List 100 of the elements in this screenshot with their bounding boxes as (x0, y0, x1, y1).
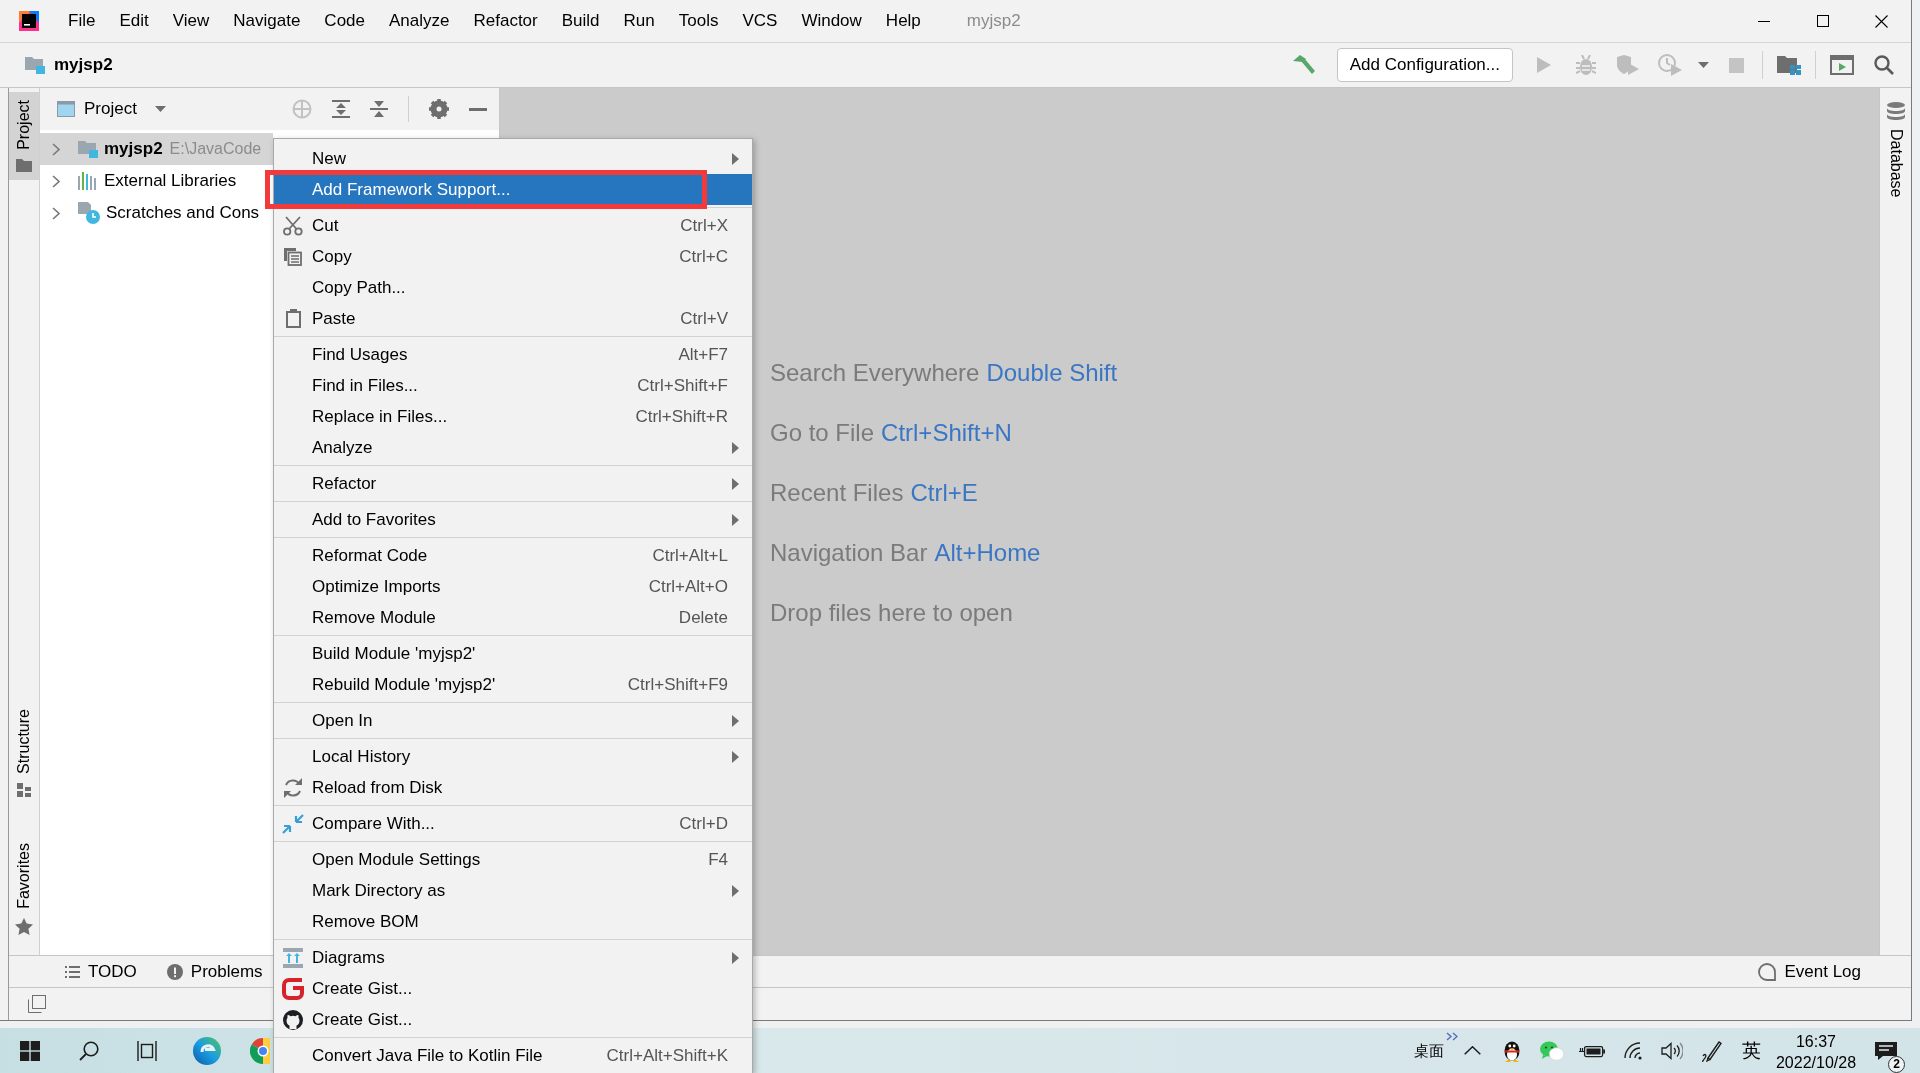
menu-item[interactable]: Edit (107, 8, 161, 34)
shortcut-text: Ctrl+Shift+F (637, 375, 728, 396)
menu-item[interactable]: Copy Path... (274, 272, 752, 303)
menu-item[interactable]: Navigate (221, 8, 313, 34)
menu-item[interactable]: Refactor (274, 468, 752, 499)
view-selector[interactable]: Project (84, 99, 137, 119)
menu-item[interactable]: Remove BOM (274, 906, 752, 937)
double-chevron-icon[interactable] (1446, 1032, 1458, 1041)
chat-bubbles-icon[interactable] (1540, 1040, 1564, 1061)
menu-item[interactable]: Convert Java File to Kotlin File Ctrl+Alt+Shift+K (274, 1040, 752, 1071)
menu-item[interactable]: File (56, 8, 108, 34)
tool-window-tab[interactable]: TODO (59, 956, 143, 987)
folder-icon (25, 56, 45, 74)
hammer-icon[interactable] (1292, 55, 1315, 75)
shortcut-text: Ctrl+Shift+R (635, 406, 728, 427)
tree-item[interactable]: External Libraries (40, 165, 273, 197)
menu-item[interactable]: Open In (274, 705, 752, 736)
library-icon (78, 172, 98, 190)
gear-icon[interactable] (429, 99, 449, 119)
tool-window-tab[interactable]: Database (1880, 94, 1911, 206)
menu-item[interactable]: Refactor (461, 8, 550, 34)
shortcut-text: Alt+F7 (678, 344, 728, 365)
collapse-all-icon[interactable] (370, 100, 388, 118)
menu-item[interactable]: View (160, 8, 222, 34)
notification-count: 2 (1888, 1055, 1905, 1073)
clock-time[interactable]: 16:37 (1795, 1031, 1836, 1052)
menu-item[interactable]: Diagrams (274, 942, 752, 973)
menu-item[interactable]: Add to Favorites (274, 504, 752, 535)
folder-grid-icon[interactable] (1777, 55, 1801, 75)
tool-window-tab[interactable]: Structure (9, 701, 39, 806)
clock-date[interactable]: 2022/10/28 (1775, 1052, 1857, 1073)
project-breadcrumb[interactable]: myjsp2 (54, 55, 113, 75)
menu-item[interactable]: Replace in Files... Ctrl+Shift+R (274, 401, 752, 432)
menu-item[interactable]: Analyze (274, 432, 752, 463)
task-view-icon[interactable] (136, 1040, 159, 1061)
menu-item[interactable]: Paste Ctrl+V (274, 303, 752, 334)
layout-icon[interactable] (28, 995, 46, 1013)
menu-item[interactable]: Run (611, 8, 667, 34)
menu-item[interactable]: Code (312, 8, 377, 34)
menu-item[interactable]: Remove Module Delete (274, 602, 752, 633)
penguin-icon[interactable] (1503, 1039, 1521, 1062)
message-icon[interactable] (1874, 1040, 1898, 1061)
menu-item[interactable]: Compare With... Ctrl+D (274, 808, 752, 839)
chevron-icon[interactable] (52, 142, 60, 156)
minimize-icon[interactable] (1757, 20, 1770, 22)
list-icon (65, 965, 80, 978)
browser-icon[interactable] (250, 1037, 270, 1064)
run-configuration-button[interactable]: Add Configuration... (1336, 48, 1513, 82)
menu-item[interactable]: New (274, 143, 752, 174)
browser-icon[interactable] (192, 1036, 221, 1065)
search-icon[interactable] (78, 1040, 99, 1061)
tree-item[interactable]: Scratches and Cons (40, 197, 273, 229)
wifi-icon[interactable] (1622, 1041, 1642, 1060)
menu-item[interactable]: Window (789, 8, 874, 34)
desktop-toolbar-label[interactable]: 桌面 (1414, 1042, 1444, 1061)
menu-item[interactable]: Cut Ctrl+X (274, 210, 752, 241)
tool-window-tab[interactable]: Problems (160, 956, 269, 987)
menu-item[interactable]: Build Module 'myjsp2' (274, 638, 752, 669)
tool-window-tab[interactable]: Favorites (9, 835, 39, 943)
menu-item[interactable]: Copy Ctrl+C (274, 241, 752, 272)
close-icon[interactable] (1875, 14, 1888, 28)
folder-icon (16, 158, 32, 172)
menu-item[interactable]: Create Gist... (274, 973, 752, 1004)
menu-item[interactable]: Open Module Settings F4 (274, 844, 752, 875)
menu-item[interactable]: Mark Directory as (274, 875, 752, 906)
menu-item[interactable]: Build (549, 8, 612, 34)
tool-window-tab[interactable]: Event Log (1752, 956, 1867, 987)
caret-down-icon[interactable] (1697, 62, 1709, 68)
caret-down-icon[interactable] (154, 106, 166, 112)
search-icon[interactable] (1874, 55, 1894, 75)
menu-item[interactable]: VCS (730, 8, 790, 34)
menu-item[interactable]: Find Usages Alt+F7 (274, 339, 752, 370)
window-play-icon[interactable] (1830, 55, 1854, 75)
input-language-indicator[interactable]: 英 (1732, 1037, 1770, 1064)
menu-item[interactable]: Local History (274, 741, 752, 772)
refresh-icon (283, 777, 303, 798)
menu-item[interactable]: Tools (666, 8, 731, 34)
menu-item[interactable]: Analyze (377, 8, 462, 34)
pen-icon[interactable] (1702, 1039, 1722, 1062)
windows-logo-icon[interactable] (19, 1040, 40, 1061)
menu-item[interactable]: Reformat Code Ctrl+Alt+L (274, 540, 752, 571)
hint-text: Drop files here to open (770, 599, 1013, 627)
tree-item[interactable]: myjsp2 E:\JavaCode (40, 133, 273, 165)
menu-item[interactable]: Reload from Disk (274, 772, 752, 803)
maximize-icon[interactable] (1816, 15, 1829, 27)
minus-icon[interactable] (469, 107, 487, 111)
caret-up-icon[interactable] (1463, 1046, 1481, 1055)
chevron-icon[interactable] (52, 174, 60, 188)
expand-all-icon[interactable] (332, 100, 350, 118)
speaker-icon[interactable] (1661, 1041, 1683, 1060)
menu-item[interactable]: Find in Files... Ctrl+Shift+F (274, 370, 752, 401)
arrows-icon (282, 813, 304, 834)
menu-item[interactable]: Create Gist... (274, 1004, 752, 1035)
menu-item[interactable]: Rebuild Module 'myjsp2' Ctrl+Shift+F9 (274, 669, 752, 700)
tool-window-tab[interactable]: Project (9, 92, 39, 180)
menu-item[interactable]: Optimize Imports Ctrl+Alt+O (274, 571, 752, 602)
speech-bubble-icon (1758, 962, 1777, 981)
star-icon (15, 918, 33, 935)
menu-item[interactable]: Help (873, 8, 933, 34)
chevron-icon[interactable] (52, 206, 60, 220)
